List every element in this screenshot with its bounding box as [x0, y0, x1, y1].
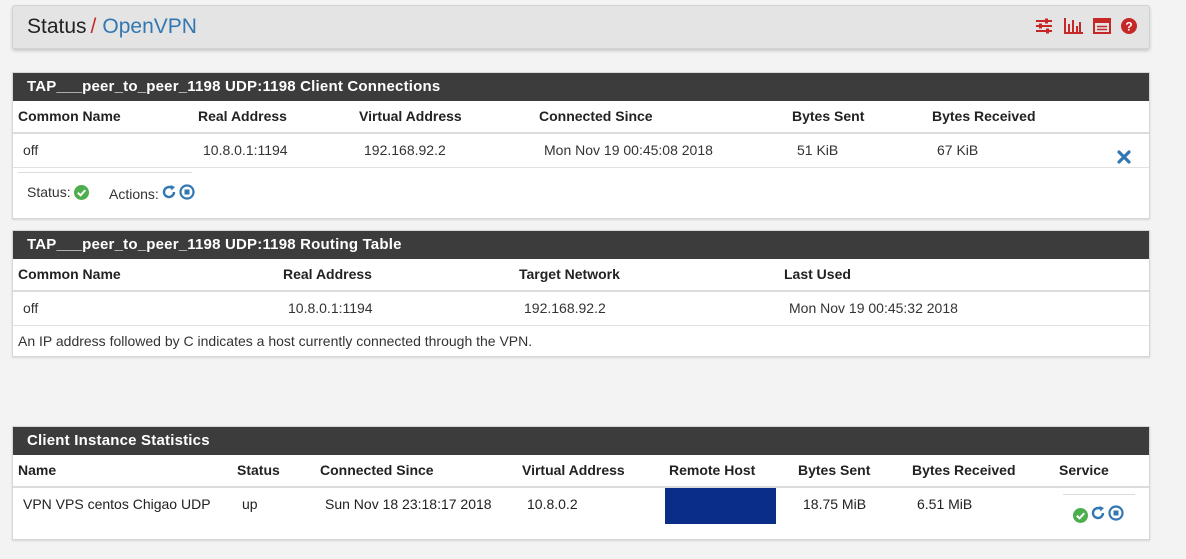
- bytes-sent-cell: 18.75 MiB: [803, 496, 867, 512]
- sliders-icon[interactable]: [1035, 18, 1053, 34]
- column-header: Common Name: [18, 108, 121, 124]
- panel-title: TAP___peer_to_peer_1198 UDP:1198 Routing…: [13, 231, 1149, 259]
- column-header: Real Address: [283, 266, 372, 282]
- common-name-cell: off: [23, 300, 39, 316]
- bytes-received-cell: 6.51 MiB: [917, 496, 973, 512]
- panel-title: TAP___peer_to_peer_1198 UDP:1198 Client …: [13, 73, 1149, 101]
- breadcrumb-separator: /: [90, 15, 97, 38]
- service-actions: [1073, 505, 1124, 526]
- real-address-cell: 10.8.0.1:1194: [203, 142, 288, 158]
- last-used-cell: Mon Nov 19 00:45:32 2018: [789, 300, 958, 316]
- breadcrumb: Status / OpenVPN: [27, 15, 197, 39]
- page-header: Status / OpenVPN ?: [12, 5, 1150, 49]
- client-stats-panel: Client Instance Statistics Name Status C…: [12, 426, 1150, 540]
- status-ok-icon: [73, 184, 89, 200]
- client-connections-panel: TAP___peer_to_peer_1198 UDP:1198 Client …: [12, 72, 1150, 219]
- routing-note: An IP address followed by C indicates a …: [18, 333, 533, 349]
- connection-footer: Status: Actions:: [13, 168, 1149, 218]
- column-header: Real Address: [198, 108, 287, 124]
- panel-title: Client Instance Statistics: [13, 427, 1149, 455]
- virtual-address-cell: 10.8.0.2: [527, 496, 578, 512]
- column-header: Target Network: [519, 266, 620, 282]
- column-header: Connected Since: [539, 108, 653, 124]
- bar-chart-icon[interactable]: [1063, 18, 1083, 34]
- breadcrumb-status: Status: [27, 15, 87, 38]
- header-icons: ?: [1035, 18, 1137, 34]
- column-header: Bytes Received: [932, 108, 1036, 124]
- column-header: Name: [18, 462, 57, 478]
- column-header: Remote Host: [669, 462, 756, 478]
- status-label: Status:: [27, 184, 71, 200]
- column-header: Bytes Sent: [798, 462, 871, 478]
- bytes-received-cell: 67 KiB: [937, 142, 979, 158]
- service-restart-icon[interactable]: [1090, 505, 1106, 526]
- table-row: VPN VPS centos Chigao UDP up Sun Nov 18 …: [13, 488, 1149, 540]
- real-address-cell: 10.8.0.1:1194: [288, 300, 373, 316]
- connected-since-cell: Sun Nov 18 23:18:17 2018: [325, 496, 492, 512]
- stop-icon[interactable]: [179, 184, 195, 203]
- column-header: Virtual Address: [522, 462, 625, 478]
- table-header: Common Name Real Address Virtual Address…: [13, 101, 1149, 134]
- help-icon[interactable]: ?: [1121, 18, 1137, 34]
- virtual-address-cell: 192.168.92.2: [364, 142, 446, 158]
- routing-table-panel: TAP___peer_to_peer_1198 UDP:1198 Routing…: [12, 230, 1150, 357]
- divider: [18, 172, 192, 173]
- actions-label: Actions:: [109, 185, 159, 202]
- actions-group: Actions:: [109, 184, 195, 203]
- log-icon[interactable]: [1093, 18, 1111, 34]
- status-cell: up: [242, 496, 258, 512]
- name-cell: VPN VPS centos Chigao UDP: [23, 496, 211, 512]
- column-header: Virtual Address: [359, 108, 462, 124]
- connected-since-cell: Mon Nov 19 00:45:08 2018: [544, 142, 713, 158]
- restart-icon[interactable]: [161, 184, 177, 203]
- column-header: Bytes Received: [912, 462, 1016, 478]
- column-header: Status: [237, 462, 280, 478]
- table-row: off 10.8.0.1:1194 192.168.92.2 Mon Nov 1…: [13, 134, 1149, 168]
- column-header: Bytes Sent: [792, 108, 865, 124]
- table-row: off 10.8.0.1:1194 192.168.92.2 Mon Nov 1…: [13, 292, 1149, 326]
- service-stop-icon[interactable]: [1108, 505, 1124, 526]
- column-header: Common Name: [18, 266, 121, 282]
- target-network-cell: 192.168.92.2: [524, 300, 606, 316]
- divider: [1063, 494, 1135, 495]
- common-name-cell: off: [23, 142, 39, 158]
- column-header: Service: [1059, 462, 1109, 478]
- bytes-sent-cell: 51 KiB: [797, 142, 839, 158]
- column-header: Last Used: [784, 266, 851, 282]
- table-header: Common Name Real Address Target Network …: [13, 259, 1149, 292]
- table-header: Name Status Connected Since Virtual Addr…: [13, 455, 1149, 488]
- service-running-icon: [1073, 508, 1088, 523]
- remote-host-redacted: [665, 488, 776, 524]
- status-indicator: Status:: [27, 184, 89, 200]
- svg-text:?: ?: [1125, 20, 1132, 34]
- column-header: Connected Since: [320, 462, 434, 478]
- breadcrumb-openvpn-link[interactable]: OpenVPN: [102, 15, 197, 38]
